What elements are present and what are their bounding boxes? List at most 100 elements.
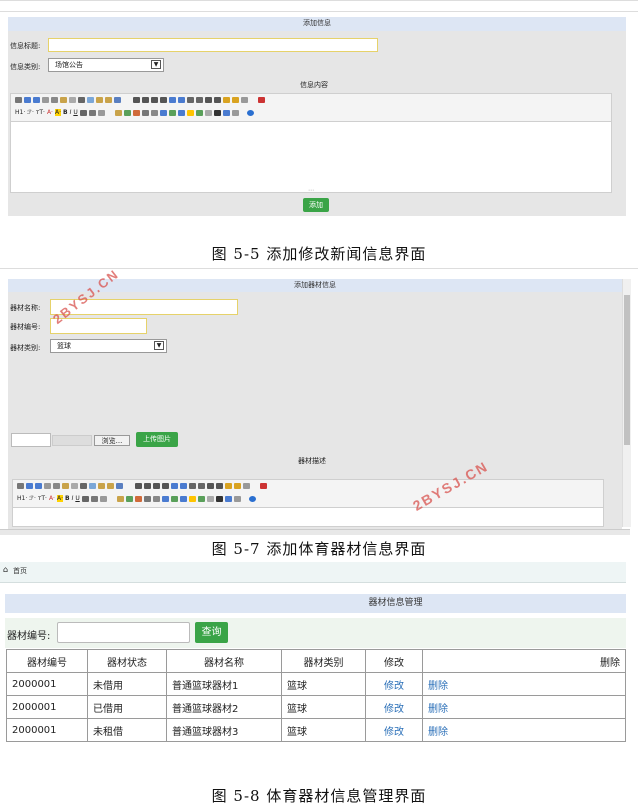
cut-icon[interactable]: [80, 483, 87, 489]
paste-icon[interactable]: [98, 483, 105, 489]
indent-icon[interactable]: [187, 97, 194, 103]
print-icon[interactable]: [53, 483, 60, 489]
source-icon[interactable]: [15, 97, 22, 103]
anchor-icon[interactable]: [213, 109, 221, 116]
heading-dropdown[interactable]: H1·: [17, 495, 27, 502]
font-size-dropdown[interactable]: ᴛT·: [36, 109, 45, 116]
highlight-color-button[interactable]: A·: [54, 109, 61, 116]
copy-icon[interactable]: [89, 483, 96, 489]
line-height-icon[interactable]: [90, 495, 98, 502]
ordered-list-icon[interactable]: [169, 97, 176, 103]
unlink-icon[interactable]: [231, 109, 239, 116]
font-family-dropdown[interactable]: ℱ·: [27, 109, 34, 116]
emoticon-icon[interactable]: [186, 109, 194, 116]
format-painter-icon[interactable]: [234, 483, 241, 489]
table-icon[interactable]: [159, 109, 167, 116]
font-color-button[interactable]: A·: [49, 495, 55, 502]
special-char-icon[interactable]: [197, 495, 205, 502]
delete-link[interactable]: 删除: [422, 695, 626, 719]
superscript-icon[interactable]: [214, 97, 221, 103]
source-icon[interactable]: [17, 483, 24, 489]
rich-text-toolbar[interactable]: H1· ℱ· ᴛT· A· A· B I U: [10, 93, 612, 122]
image-icon[interactable]: [116, 495, 124, 502]
align-left-icon[interactable]: [135, 483, 142, 489]
info-category-select[interactable]: 场馆公告 ▼: [48, 58, 164, 72]
image-icon[interactable]: [114, 109, 122, 116]
strikethrough-icon[interactable]: [81, 495, 89, 502]
font-color-button[interactable]: A·: [47, 109, 53, 116]
outdent-icon[interactable]: [198, 483, 205, 489]
superscript-icon[interactable]: [216, 483, 223, 489]
paste-text-icon[interactable]: [107, 483, 114, 489]
align-justify-icon[interactable]: [162, 483, 169, 489]
delete-link[interactable]: 删除: [422, 718, 626, 742]
special-char-icon[interactable]: [195, 109, 203, 116]
home-icon[interactable]: ⌂: [3, 565, 8, 574]
table-icon[interactable]: [161, 495, 169, 502]
align-right-icon[interactable]: [151, 97, 158, 103]
remove-format-icon[interactable]: [97, 109, 105, 116]
add-button[interactable]: 添加: [303, 198, 329, 212]
select-all-icon[interactable]: [241, 97, 248, 103]
preview-icon[interactable]: [42, 97, 49, 103]
preview-icon[interactable]: [44, 483, 51, 489]
scrollbar-thumb[interactable]: [624, 295, 630, 445]
clear-format-icon[interactable]: [223, 97, 230, 103]
italic-button[interactable]: I: [70, 109, 72, 116]
heading-dropdown[interactable]: H1·: [15, 109, 25, 116]
ordered-list-icon[interactable]: [171, 483, 178, 489]
underline-button[interactable]: U: [73, 109, 77, 116]
anchor-icon[interactable]: [215, 495, 223, 502]
delete-link[interactable]: 删除: [422, 672, 626, 696]
align-right-icon[interactable]: [153, 483, 160, 489]
link-icon[interactable]: [224, 495, 232, 502]
font-size-dropdown[interactable]: ᴛT·: [38, 495, 47, 502]
help-icon[interactable]: [248, 495, 256, 502]
edit-link[interactable]: 修改: [365, 672, 423, 696]
format-painter-icon[interactable]: [232, 97, 239, 103]
unlink-icon[interactable]: [233, 495, 241, 502]
rich-text-editor-area-equipment[interactable]: [12, 507, 604, 527]
help-icon[interactable]: [246, 109, 254, 116]
font-family-dropdown[interactable]: ℱ·: [29, 495, 36, 502]
paste-word-icon[interactable]: [114, 97, 121, 103]
undo-icon[interactable]: [24, 97, 31, 103]
paste-word-icon[interactable]: [116, 483, 123, 489]
undo-icon[interactable]: [26, 483, 33, 489]
print-icon[interactable]: [51, 97, 58, 103]
align-center-icon[interactable]: [142, 97, 149, 103]
equipment-category-select[interactable]: 篮球 ▼: [50, 339, 167, 353]
page-break-icon[interactable]: [204, 109, 212, 116]
align-left-icon[interactable]: [133, 97, 140, 103]
upload-image-button[interactable]: 上传图片: [136, 432, 178, 447]
vertical-scrollbar[interactable]: [622, 279, 631, 527]
horizontal-line-icon[interactable]: [170, 495, 178, 502]
home-link[interactable]: 首页: [13, 566, 27, 576]
info-title-input[interactable]: [48, 38, 378, 52]
search-input[interactable]: [57, 622, 190, 643]
flash-icon[interactable]: [132, 109, 140, 116]
emoticon-icon[interactable]: [188, 495, 196, 502]
strikethrough-icon[interactable]: [79, 109, 87, 116]
cut-icon[interactable]: [78, 97, 85, 103]
rich-text-toolbar-equipment[interactable]: H1· ℱ· ᴛT· A· A· B I U: [12, 479, 604, 508]
outdent-icon[interactable]: [196, 97, 203, 103]
link-icon[interactable]: [222, 109, 230, 116]
flash-icon[interactable]: [134, 495, 142, 502]
align-center-icon[interactable]: [144, 483, 151, 489]
unordered-list-icon[interactable]: [178, 97, 185, 103]
map-icon[interactable]: [177, 109, 185, 116]
bold-button[interactable]: B: [63, 109, 68, 116]
highlight-color-button[interactable]: A·: [56, 495, 63, 502]
align-justify-icon[interactable]: [160, 97, 167, 103]
clear-format-icon[interactable]: [225, 483, 232, 489]
remove-format-icon[interactable]: [99, 495, 107, 502]
query-button[interactable]: 查询: [195, 622, 228, 643]
code-icon[interactable]: [71, 483, 78, 489]
subscript-icon[interactable]: [207, 483, 214, 489]
rich-text-editor-area[interactable]: [10, 121, 612, 193]
unordered-list-icon[interactable]: [180, 483, 187, 489]
horizontal-line-icon[interactable]: [168, 109, 176, 116]
browse-button[interactable]: 浏览...: [94, 435, 130, 446]
file-path-input[interactable]: [11, 433, 51, 447]
